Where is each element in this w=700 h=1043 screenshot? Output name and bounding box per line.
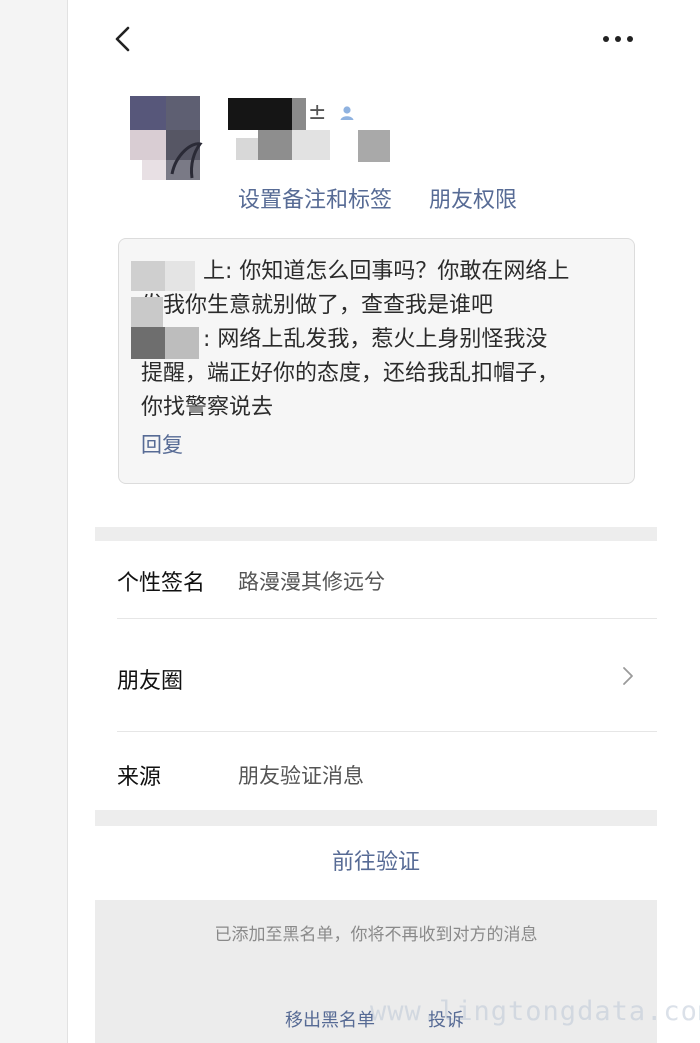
more-button[interactable] xyxy=(598,22,638,56)
message-line: 你找警察说去 xyxy=(141,395,274,420)
verification-message-card: 上: 你知道怎么回事吗？你敢在网络上 发我你生意就别做了，查查我是谁吧 : 网络… xyxy=(118,238,635,484)
friend-permission-link[interactable]: 朋友权限 xyxy=(429,182,517,214)
moments-label: 朋友圈 xyxy=(117,669,184,694)
message-line: : 网络上乱发我，惹火上身别怪我没 xyxy=(203,327,548,352)
name-redaction-block xyxy=(292,98,306,130)
source-value: 朋友验证消息 xyxy=(238,764,364,788)
avatar-figure-icon xyxy=(170,142,203,179)
section-divider xyxy=(95,527,657,541)
back-button[interactable] xyxy=(108,22,142,56)
section-divider xyxy=(95,810,657,826)
profile-name: ± xyxy=(228,98,428,132)
signature-row: 个性签名 路漫漫其修远兮 xyxy=(95,541,657,619)
message-line: 提醒，端正好你的态度，还给我乱扣帽子， xyxy=(141,361,560,386)
report-button[interactable]: 投诉 xyxy=(428,1006,464,1032)
source-row: 来源 朋友验证消息 xyxy=(95,732,657,810)
name-redaction-block xyxy=(228,98,292,130)
name-redaction-block xyxy=(131,261,165,291)
person-icon xyxy=(340,106,354,120)
name-redaction-block xyxy=(165,261,195,291)
go-verify-button[interactable]: 前往验证 xyxy=(95,826,657,900)
blacklist-panel: 已添加至黑名单，你将不再收到对方的消息 www.lingtongdata.com… xyxy=(95,900,700,1043)
message-line: 上: 你知道怎么回事吗？你敢在网络上 xyxy=(203,259,570,284)
name-redaction-block xyxy=(165,327,199,359)
message-line: 发我你生意就别做了，查查我是谁吧 xyxy=(141,293,494,318)
reply-link[interactable]: 回复 xyxy=(141,429,183,459)
chevron-left-icon xyxy=(115,26,130,52)
name-redaction-block xyxy=(131,327,165,359)
set-remark-link[interactable]: 设置备注和标签 xyxy=(238,182,392,214)
profile-id-redacted xyxy=(236,130,406,164)
left-edge-line xyxy=(67,0,68,1043)
blacklist-notice: 已添加至黑名单，你将不再收到对方的消息 xyxy=(214,925,538,945)
name-redaction-block xyxy=(131,297,163,329)
remove-from-blacklist-button[interactable]: 移出黑名单 xyxy=(285,1006,375,1032)
name-glyph: ± xyxy=(308,100,327,125)
moments-row[interactable]: 朋友圈 xyxy=(95,619,657,732)
signature-value: 路漫漫其修远兮 xyxy=(238,570,385,594)
source-label: 来源 xyxy=(117,765,162,790)
avatar[interactable] xyxy=(122,96,208,182)
more-horizontal-icon xyxy=(603,36,633,42)
watermark: www.lingtongdata.com xyxy=(370,996,700,1027)
signature-label: 个性签名 xyxy=(117,571,206,596)
left-page-strip xyxy=(0,0,68,1043)
message-text: 上: 你知道怎么回事吗？你敢在网络上 发我你生意就别做了，查查我是谁吧 : 网络… xyxy=(141,255,611,425)
chevron-right-icon xyxy=(623,667,633,685)
